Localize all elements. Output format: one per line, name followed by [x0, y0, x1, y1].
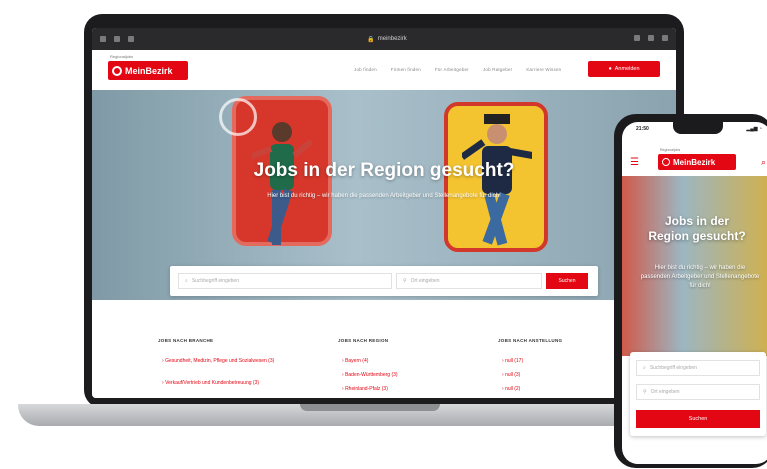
phone-hero-subtitle: Hier bist du richtig – wir haben die pas… [640, 265, 760, 289]
nav-item-firmen-finden[interactable]: Firmen finden [391, 67, 421, 72]
search-icon: ⌕ [185, 278, 188, 284]
site-header: Regionaljobs MeinBezirk Job finden Firme… [92, 50, 676, 90]
keyword-search-input[interactable]: ⌕ Suchbegriff eingeben [178, 273, 392, 289]
hero-check-circle-icon [219, 98, 257, 136]
location-pin-icon: ⚲ [643, 389, 647, 395]
phone-hero-banner: Jobs in der Region gesucht? Hier bist du… [622, 176, 767, 356]
hero-person-left [252, 122, 312, 245]
phone-signal-icon: ▂▄▆ ◔ [746, 126, 762, 132]
hero-banner: Jobs in der Region gesucht? Hier bist du… [92, 90, 676, 300]
login-button[interactable]: ● Anmelden [588, 61, 660, 77]
browser-toolbar: 🔒 meinbezirk [92, 28, 676, 50]
list-item[interactable]: › Rheinland-Pfalz (3) [342, 386, 388, 392]
laptop-hinge [300, 404, 440, 411]
phone-notch [673, 122, 723, 134]
phone-time: 21:50 [636, 126, 649, 132]
location-placeholder: Ort eingeben [410, 278, 440, 284]
list-item[interactable]: › null (3) [502, 372, 520, 378]
lock-icon: 🔒 [367, 36, 375, 43]
phone-search-icon[interactable]: ⌕ [761, 157, 766, 168]
column-title-branche: JOBS NACH BRANCHE [158, 338, 214, 343]
phone-search-form: ⌕ Suchbegriff eingeben ⚲ Ort eingeben Su… [630, 352, 766, 436]
url-text: meinbezirk [377, 36, 407, 42]
location-input[interactable]: ⚲ Ort eingeben [396, 273, 542, 289]
search-icon: ⌕ [643, 365, 646, 371]
user-icon: ● [608, 66, 612, 72]
hero-title: Jobs in der Region gesucht? [253, 160, 515, 181]
column-title-region: JOBS NACH REGION [338, 338, 389, 343]
phone-screen: 21:50 ▂▄▆ ◔ ☰ Regionaljobs MeinBezirk ⌕ … [622, 122, 767, 464]
phone-location-input[interactable]: ⚲ Ort eingeben [636, 384, 760, 400]
hamburger-menu-icon[interactable]: ☰ [630, 157, 639, 168]
nav-item-arbeitgeber[interactable]: Für Arbeitgeber [435, 67, 469, 72]
phone-keyword-input[interactable]: ⌕ Suchbegriff eingeben [636, 360, 760, 376]
phone-site-header: ☰ Regionaljobs MeinBezirk ⌕ [622, 140, 767, 176]
nav-item-job-finden[interactable]: Job finden [354, 67, 377, 72]
main-nav: Job finden Firmen finden Für Arbeitgeber… [354, 67, 561, 72]
phone-search-button[interactable]: Suchen [636, 410, 760, 428]
list-item[interactable]: › Bayern (4) [342, 358, 368, 364]
keyword-placeholder: Suchbegriff eingeben [191, 278, 239, 284]
list-item[interactable]: › Gesundheit, Medizin, Pflege und Sozial… [162, 358, 312, 365]
phone-logo-tagline: Regionaljobs [660, 148, 681, 152]
job-categories: JOBS NACH BRANCHE › Gesundheit, Medizin,… [92, 300, 676, 398]
job-search-form: ⌕ Suchbegriff eingeben ⚲ Ort eingeben Su… [170, 266, 598, 296]
search-button[interactable]: Suchen [546, 273, 588, 289]
list-item[interactable]: › null (17) [502, 358, 523, 364]
location-pin-icon: ⚲ [403, 278, 407, 284]
back-icon[interactable] [114, 36, 120, 42]
logo-ring-icon [112, 65, 122, 76]
sidebar-icon[interactable] [100, 36, 106, 42]
phone-logo-text: MeinBezirk [673, 157, 716, 167]
phone-hero-title: Jobs in der Region gesucht? [648, 214, 746, 243]
phone-site-logo[interactable]: MeinBezirk [658, 154, 736, 170]
new-tab-icon[interactable] [648, 35, 654, 41]
forward-icon[interactable] [128, 36, 134, 42]
logo-text: MeinBezirk [125, 65, 173, 76]
nav-item-karriere[interactable]: Karriere Wissen [526, 67, 561, 72]
list-item[interactable]: › Verkauf/Vertrieb und Kundenbetreuung (… [162, 380, 259, 386]
logo-ring-icon [662, 158, 670, 166]
login-label: Anmelden [614, 66, 640, 72]
list-item[interactable]: › null (2) [502, 386, 520, 392]
site-logo[interactable]: MeinBezirk [108, 61, 188, 80]
share-icon[interactable] [634, 35, 640, 41]
hero-subtitle: Hier bist du richtig – wir haben die pas… [267, 193, 501, 199]
hero-person-right [462, 114, 532, 246]
list-item[interactable]: › Baden-Württemberg (3) [342, 372, 398, 378]
nav-item-ratgeber[interactable]: Job Ratgeber [483, 67, 512, 72]
column-title-anstellung: JOBS NACH ANSTELLUNG [498, 338, 563, 343]
address-bar[interactable]: 🔒 meinbezirk [332, 33, 442, 45]
tabs-icon[interactable] [662, 35, 668, 41]
laptop-screen: 🔒 meinbezirk Regionaljobs MeinBezirk Job… [92, 28, 676, 398]
logo-tagline: Regionaljobs [110, 54, 134, 59]
